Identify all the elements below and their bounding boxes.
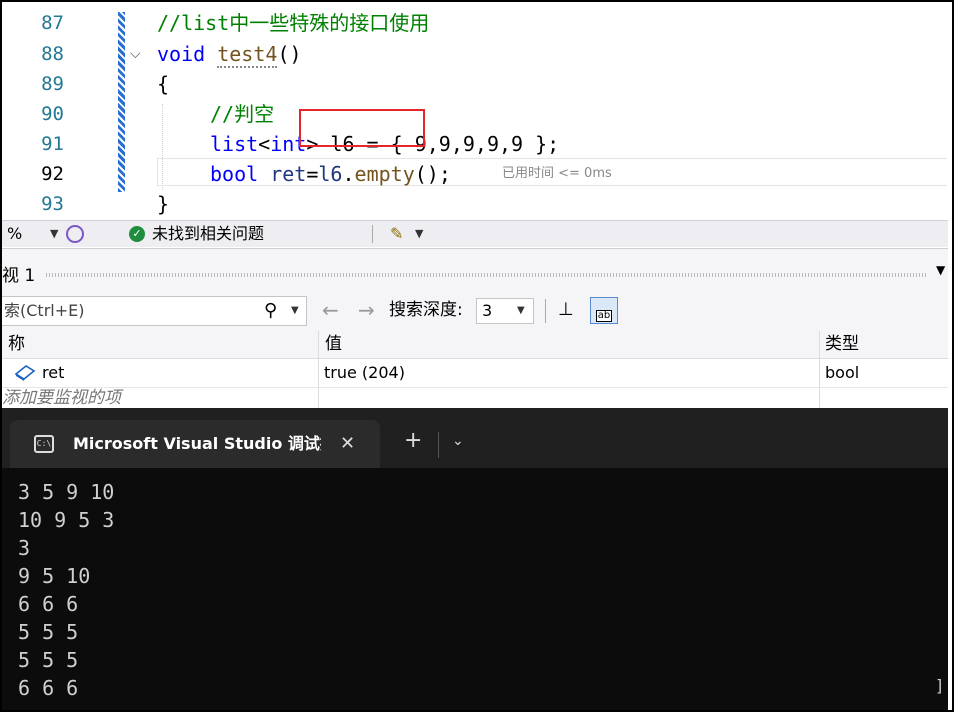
window-frame: 87 //list中一些特殊的接口使用 88 ⌵ void test4() 89…	[0, 0, 954, 712]
column-divider[interactable]	[318, 331, 319, 409]
issues-status[interactable]: 未找到相关问题	[152, 221, 264, 247]
chevron-down-icon[interactable]: ▼	[415, 221, 423, 247]
variable-l6: l6	[318, 162, 343, 186]
line-number: 93	[41, 193, 64, 215]
chevron-down-icon[interactable]: ▼	[291, 297, 299, 325]
check-circle-icon: ✓	[129, 226, 145, 242]
code-line: 87 //list中一些特殊的接口使用	[2, 8, 948, 38]
search-depth-select[interactable]: 3 ▼	[476, 298, 534, 324]
column-divider[interactable]	[819, 331, 820, 409]
output-line: 9 5 10	[18, 564, 91, 588]
code-line: 90 //判空	[2, 99, 948, 129]
terminal-tab-bar: C:\ Microsoft Visual Studio 调试控制台 ✕ + ⌄	[2, 408, 948, 468]
tab-title: Microsoft Visual Studio 调试控制台	[73, 434, 321, 453]
scrollbar[interactable]: ]	[936, 676, 942, 695]
keyword-bool: bool	[210, 162, 259, 186]
search-forward-button[interactable]: →	[358, 295, 375, 325]
chevron-down-icon[interactable]: ⌄	[452, 426, 464, 456]
code-cleanup-icon[interactable]: ✎	[390, 221, 403, 247]
line-number: 89	[41, 73, 64, 95]
close-icon[interactable]: ✕	[340, 420, 355, 468]
console-icon: C:\	[34, 435, 54, 453]
output-line: 6 6 6	[18, 676, 79, 700]
line-number: 87	[41, 12, 64, 34]
parens: ()	[277, 42, 302, 66]
code-comment: //判空	[210, 102, 275, 126]
brace-close: }	[157, 192, 170, 216]
chevron-down-icon[interactable]: ⌵	[130, 39, 141, 69]
terminal-tab[interactable]: C:\ Microsoft Visual Studio 调试控制台 ✕	[10, 420, 380, 468]
search-icon[interactable]: ⚲	[264, 297, 277, 325]
chevron-down-icon[interactable]: ▼	[936, 263, 945, 277]
line-number: 92	[41, 163, 64, 185]
output-line: 3	[18, 536, 31, 560]
variable-icon	[14, 365, 36, 381]
keyword-void: void	[157, 42, 206, 66]
watch-title[interactable]: 视 1	[2, 261, 35, 286]
add-watch-item[interactable]: 添加要监视的项	[2, 388, 121, 408]
line-number: 90	[41, 103, 64, 125]
code-editor[interactable]: 87 //list中一些特殊的接口使用 88 ⌵ void test4() 89…	[2, 6, 948, 220]
angle-open: <	[258, 132, 271, 156]
variable-ret: ret	[270, 162, 307, 186]
code-line: 93 }	[2, 189, 948, 219]
column-header-type[interactable]: 类型	[825, 331, 859, 358]
grid-header	[2, 331, 948, 359]
cell-type: bool	[825, 363, 860, 382]
search-depth-value: 3	[482, 301, 493, 320]
dot: .	[342, 162, 355, 186]
watch-search-input[interactable]: 索(Ctrl+E) ⚲ ▼	[2, 296, 307, 326]
line-number: 88	[41, 43, 64, 65]
output-line: 6 6 6	[18, 592, 79, 616]
search-placeholder: 索(Ctrl+E)	[4, 301, 85, 320]
divider	[372, 225, 373, 243]
debug-console[interactable]: C:\ Microsoft Visual Studio 调试控制台 ✕ + ⌄ …	[2, 408, 948, 710]
copilot-icon[interactable]	[66, 225, 84, 243]
code-line-current: 92 bool ret=l6.empty(); 已用时间 <= 0ms	[2, 159, 948, 189]
output-line: 3 5 9 10	[18, 480, 115, 504]
drag-handle[interactable]	[46, 273, 926, 277]
editor-status-bar: % ▼ ✓ 未找到相关问题 ✎ ▼	[2, 220, 948, 247]
cell-value[interactable]: true (204)	[324, 359, 405, 387]
line-number: 91	[41, 133, 64, 155]
watch-window: 视 1 ▼ 索(Ctrl+E) ⚲ ▼ ← → 搜索深度: 3 ▼ ⊥ ab 称…	[2, 248, 948, 409]
function-name: test4	[217, 42, 278, 68]
highlight-box	[299, 109, 425, 147]
type-list: list	[210, 132, 259, 156]
chevron-down-icon[interactable]: ▼	[50, 221, 58, 247]
method-empty: empty	[354, 162, 415, 186]
brace-open: {	[157, 72, 170, 96]
code-line: 91 list<int> l6 = { 9,9,9,9,9 };	[2, 129, 948, 159]
column-header-name[interactable]: 称	[8, 331, 25, 358]
view-format-icon[interactable]: ab	[590, 297, 618, 324]
zoom-level[interactable]: %	[7, 221, 22, 247]
output-line: 10 9 5 3	[18, 508, 115, 532]
search-back-button[interactable]: ←	[322, 295, 339, 325]
cell-name: ret	[42, 363, 65, 382]
divider	[438, 432, 439, 458]
code-comment: //list中一些特殊的接口使用	[157, 11, 430, 35]
code-line: 89 {	[2, 69, 948, 99]
pin-icon[interactable]: ⊥	[558, 295, 574, 325]
row-divider	[2, 387, 948, 388]
call-end: ();	[414, 162, 451, 186]
output-line: 5 5 5	[18, 648, 79, 672]
output-line: 5 5 5	[18, 620, 79, 644]
search-depth-label: 搜索深度:	[389, 300, 463, 320]
perf-tip[interactable]: 已用时间 <= 0ms	[502, 159, 612, 189]
code-text: bool ret=l6.empty();	[210, 159, 451, 189]
assign: =	[306, 162, 319, 186]
chevron-down-icon: ▼	[517, 305, 525, 316]
code-line: 88 ⌵ void test4()	[2, 39, 948, 69]
code-text: void test4()	[157, 39, 302, 69]
divider	[545, 299, 546, 323]
watch-grid: 称 值 类型 ret true (204) bool 添加要监视的项	[2, 331, 948, 409]
column-header-value[interactable]: 值	[325, 331, 342, 358]
plus-icon[interactable]: +	[404, 426, 422, 456]
